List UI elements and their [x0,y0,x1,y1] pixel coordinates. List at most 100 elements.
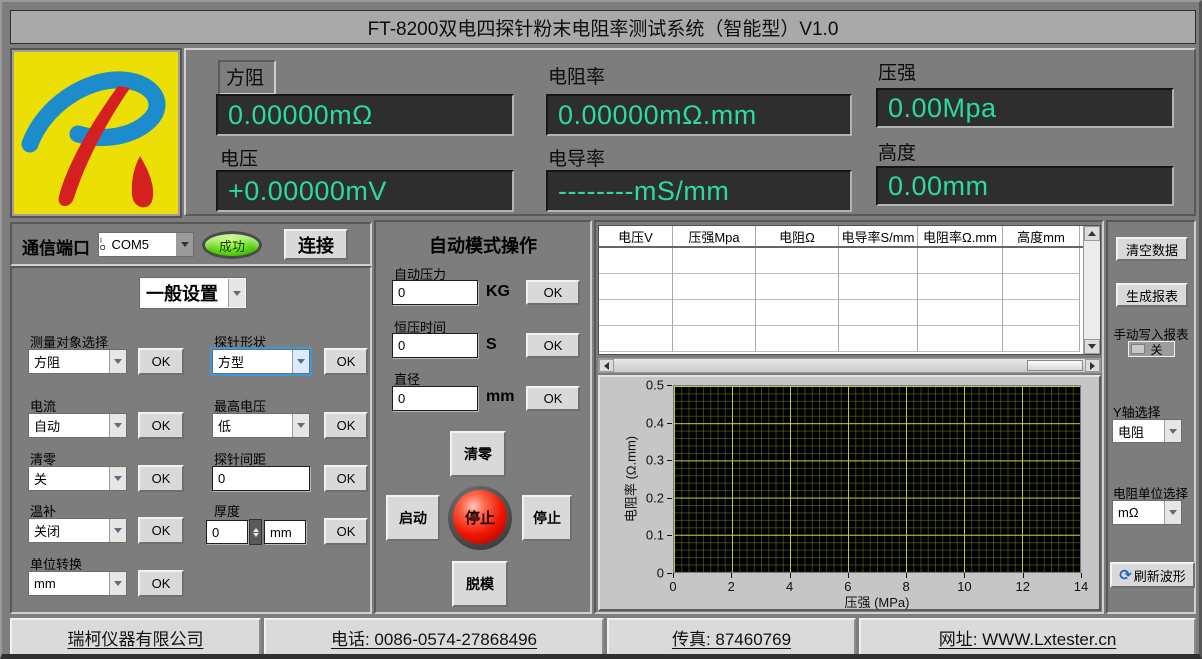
y-tick-label: 0.4 [646,415,664,430]
measurement-display-panel: 方阻 0.00000mΩ 电压 +0.00000mV 电阻率 0.00000mΩ… [184,48,1196,216]
footer-fax-cell: 传真: 87460769 [607,618,856,656]
table-cell [599,248,673,274]
unit-convert-value: mm [29,576,109,591]
table-cell [839,326,918,352]
table-horizontal-scrollbar[interactable] [598,358,1101,373]
unit-convert-ok-button[interactable]: OK [138,570,184,597]
temp-comp-select[interactable]: 关闭 [28,518,127,543]
waveform-chart: 02468101214 00.10.20.30.40.5 压强 (MPa) 电阻… [598,375,1101,611]
probe-shape-select[interactable]: 方型 [212,349,310,374]
comm-port-section: 通信端口 IO COM5 成功 连接 [10,222,372,266]
comm-port-select[interactable]: IO COM5 [98,232,194,257]
hscroll-track[interactable] [614,359,1085,372]
manual-report-toggle[interactable]: 关 [1128,341,1175,357]
x-axis-label: 压强 (MPa) [844,592,909,611]
probe-shape-ok-button[interactable]: OK [324,348,368,375]
scroll-down-icon[interactable] [1084,339,1100,354]
max-voltage-select[interactable]: 低 [212,413,310,438]
refresh-waveform-button[interactable]: ⟳ 刷新波形 [1110,562,1195,588]
status-led-label: 成功 [219,236,245,255]
max-voltage-value: 低 [213,416,292,435]
comm-port-label: 通信端口 [22,234,90,259]
scroll-up-icon[interactable] [1084,226,1100,241]
footer-website: 网址: WWW.Lxtester.cn [939,625,1117,650]
y-tick-mark [667,385,672,386]
chevron-down-icon[interactable] [109,350,126,373]
table-cell [918,300,1003,326]
thickness-input[interactable] [206,520,248,544]
max-voltage-ok-button[interactable]: OK [324,412,368,439]
connect-button[interactable]: 连接 [284,229,348,260]
y-tick-label: 0.2 [646,490,664,505]
table-row [599,326,1083,352]
chevron-down-icon[interactable] [228,279,245,307]
chevron-down-icon[interactable] [109,467,126,490]
x-tick-mark [906,573,907,578]
probe-spacing-input[interactable] [212,466,310,491]
thickness-unit-box[interactable]: mm [264,520,306,544]
table-cell [918,274,1003,300]
hold-time-input[interactable] [392,333,478,358]
sheet-resistance-label-frame: 方阻 [218,60,276,95]
hold-time-unit: S [486,336,497,354]
voltage-value: +0.00000mV [216,170,514,212]
conductivity-label: 电导率 [548,144,605,171]
table-cell [918,248,1003,274]
zeroing-ok-button[interactable]: OK [138,465,184,492]
table-vertical-scrollbar[interactable] [1083,226,1100,354]
thickness-ok-button[interactable]: OK [324,518,368,545]
chevron-down-icon[interactable] [292,350,309,373]
stepper-down-icon[interactable] [253,533,259,537]
chevron-down-icon[interactable] [109,414,126,437]
measure-object-value: 方阻 [29,352,109,371]
y-tick-mark [667,535,672,536]
generate-report-button[interactable]: 生成报表 [1116,283,1188,307]
refresh-waveform-label: 刷新波形 [1134,566,1186,585]
hscroll-thumb[interactable] [1027,360,1083,371]
page-title: FT-8200双电四探针粉末电阻率测试系统（智能型）V1.0 [368,14,839,41]
demold-button[interactable]: 脱模 [452,561,508,607]
diameter-input[interactable] [392,386,478,411]
chevron-down-icon[interactable] [292,414,309,437]
chevron-down-icon[interactable] [176,233,193,256]
scroll-left-icon[interactable] [599,359,614,372]
stop-button[interactable]: 停止 [522,495,572,541]
probe-spacing-ok-button[interactable]: OK [324,465,368,492]
chevron-down-icon[interactable] [1164,420,1181,442]
toggle-knob[interactable] [1131,344,1145,354]
scroll-right-icon[interactable] [1085,359,1100,372]
manual-report-value: 关 [1150,341,1162,358]
status-led: 成功 [202,231,262,259]
voltage-label: 电压 [220,144,258,171]
x-tick-mark [731,573,732,578]
data-and-chart-panel: 电压V压强Mpa电阻Ω电导率S/mm电阻率Ω.mm高度mm 0246810121… [594,220,1104,614]
diameter-ok-button[interactable]: OK [526,386,580,411]
start-button[interactable]: 启动 [386,495,440,541]
measure-object-ok-button[interactable]: OK [138,348,184,375]
settings-mode-select[interactable]: 一般设置 [140,278,246,308]
unit-convert-select[interactable]: mm [28,571,127,596]
resistance-unit-select[interactable]: mΩ [1112,500,1182,525]
chevron-down-icon[interactable] [109,519,126,542]
table-row [599,248,1083,274]
chevron-down-icon[interactable] [1164,501,1181,524]
zero-button[interactable]: 清零 [450,431,506,477]
y-tick-mark [667,498,672,499]
thickness-stepper[interactable] [249,519,262,545]
temp-comp-ok-button[interactable]: OK [138,517,184,544]
auto-pressure-ok-button[interactable]: OK [526,280,580,305]
measure-object-select[interactable]: 方阻 [28,349,127,374]
chevron-down-icon[interactable] [109,572,126,595]
table-cell [1003,248,1080,274]
stepper-up-icon[interactable] [253,528,259,532]
auto-pressure-input[interactable] [392,280,478,305]
y-axis-select[interactable]: 电阻 [1112,419,1182,443]
zeroing-select[interactable]: 关 [28,466,127,491]
y-tick-mark [667,460,672,461]
current-ok-button[interactable]: OK [138,412,184,439]
clear-data-button[interactable]: 清空数据 [1116,237,1188,261]
resistance-unit-value: mΩ [1113,505,1164,520]
current-select[interactable]: 自动 [28,413,127,438]
hold-time-ok-button[interactable]: OK [526,333,580,358]
emergency-stop-button[interactable]: 停止 [453,490,507,544]
